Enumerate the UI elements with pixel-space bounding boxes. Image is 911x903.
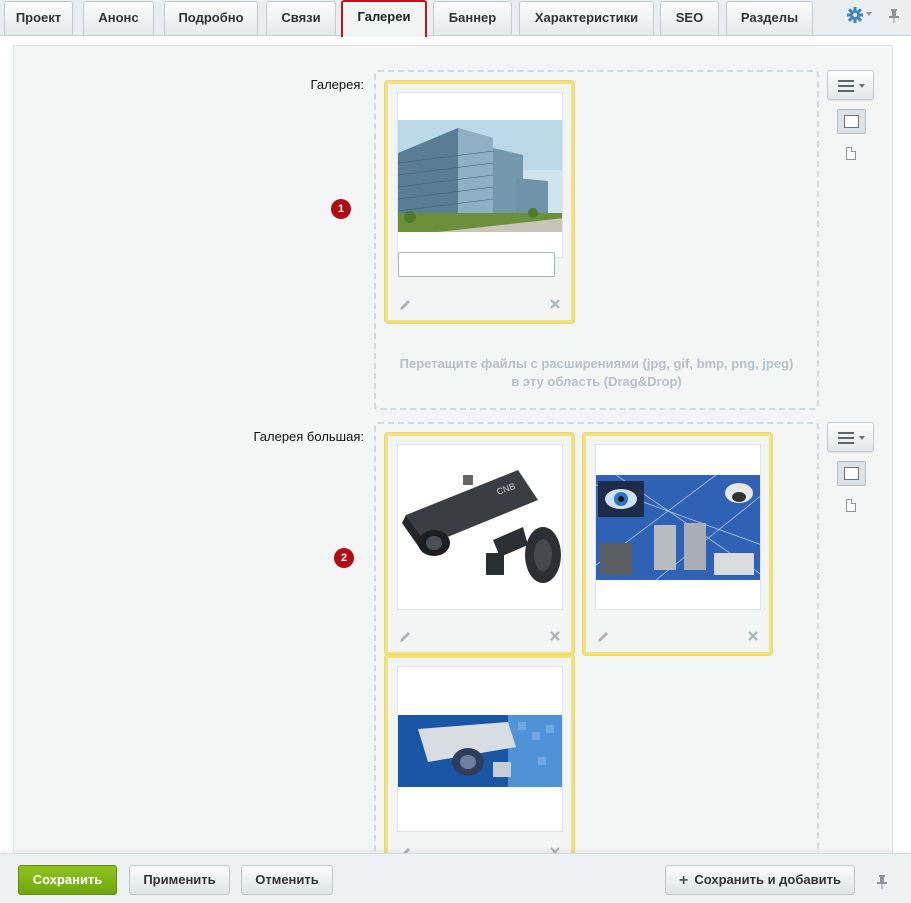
chevron-down-icon — [859, 84, 865, 88]
gallery-menu-button[interactable] — [827, 70, 874, 100]
tab-characteristics[interactable]: Характеристики — [519, 1, 654, 35]
menu-icon — [838, 80, 854, 92]
file-icon[interactable] — [846, 147, 856, 160]
image-icon — [844, 467, 859, 480]
menu-icon — [838, 432, 854, 444]
tab-links[interactable]: Связи — [266, 1, 336, 35]
pencil-icon[interactable] — [596, 630, 610, 644]
chevron-down-icon — [859, 436, 865, 440]
gallery-large-menu-button[interactable] — [827, 422, 874, 452]
gallery-large-dropzone[interactable]: CNB — [374, 422, 819, 882]
tab-banner[interactable]: Баннер — [433, 1, 512, 35]
dropzone-hint-line2: в эту область (Drag&Drop) — [511, 374, 682, 389]
pencil-icon[interactable] — [398, 298, 412, 312]
close-icon[interactable] — [549, 630, 561, 644]
step-badge-1: 1 — [331, 199, 351, 219]
chevron-down-icon[interactable] — [866, 12, 872, 16]
image-icon — [844, 115, 859, 128]
pencil-icon[interactable] — [398, 630, 412, 644]
gallery-image-card[interactable] — [385, 655, 574, 865]
pin-icon[interactable] — [876, 874, 888, 890]
pin-icon[interactable] — [888, 8, 900, 24]
tab-seo[interactable]: SEO — [660, 1, 719, 35]
tab-announce[interactable]: Анонс — [83, 1, 154, 35]
building-photo — [397, 92, 563, 258]
plus-icon: + — [679, 872, 689, 889]
gear-icon[interactable] — [846, 6, 864, 24]
file-icon[interactable] — [846, 499, 856, 512]
tab-bar: Проект Анонс Подробно Связи Галереи Банн… — [0, 0, 911, 41]
tab-sections[interactable]: Разделы — [726, 1, 813, 35]
step-badge-2: 2 — [334, 548, 354, 568]
dropzone-hint-line1: Перетащите файлы с расширениями (jpg, gi… — [399, 356, 794, 371]
image-view-toggle[interactable] — [837, 461, 866, 486]
save-and-add-label: Сохранить и добавить — [694, 872, 841, 887]
gallery-dropzone[interactable]: Перетащите файлы с расширениями (jpg, gi… — [374, 70, 819, 410]
form-panel: Галерея: 1 Перетащите файлы с расширения… — [13, 45, 893, 882]
content-area: Галерея: 1 Перетащите файлы с расширения… — [0, 37, 911, 882]
save-button[interactable]: Сохранить — [18, 865, 117, 895]
image-view-toggle[interactable] — [837, 109, 866, 134]
gallery-large-label: Галерея большая: — [253, 429, 364, 444]
camera-blue-photo — [397, 666, 563, 832]
close-icon[interactable] — [747, 630, 759, 644]
image-description-input[interactable] — [398, 252, 555, 277]
tab-project[interactable]: Проект — [4, 1, 73, 35]
gallery-image-card[interactable] — [385, 81, 574, 323]
cancel-button[interactable]: Отменить — [241, 865, 333, 895]
gallery-label: Галерея: — [310, 77, 364, 92]
cctv-camera-photo: CNB — [397, 444, 563, 610]
gallery-image-card[interactable]: CNB — [385, 433, 574, 655]
apply-button[interactable]: Применить — [129, 865, 230, 895]
action-footer: Сохранить Применить Отменить + Сохранить … — [0, 853, 911, 903]
security-collage-photo — [595, 444, 761, 610]
save-and-add-button[interactable]: + Сохранить и добавить — [665, 865, 855, 895]
close-icon[interactable] — [549, 298, 561, 312]
gallery-image-card[interactable] — [583, 433, 772, 655]
tab-galleries[interactable]: Галереи — [341, 0, 427, 41]
tab-details[interactable]: Подробно — [164, 1, 258, 35]
